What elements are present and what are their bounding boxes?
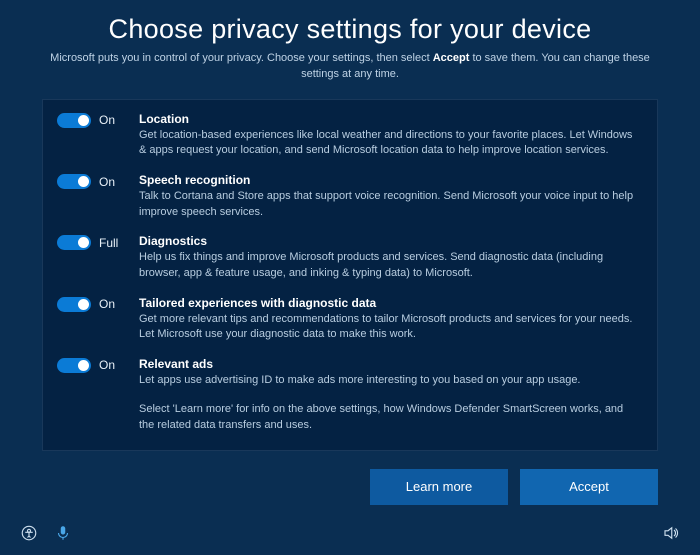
- privacy-settings-screen: Choose privacy settings for your device …: [0, 0, 700, 555]
- setting-desc-tailored: Get more relevant tips and recommendatio…: [139, 312, 639, 343]
- toggle-group-tailored: On: [57, 296, 139, 312]
- page-title: Choose privacy settings for your device: [40, 14, 660, 45]
- toggle-tailored[interactable]: [57, 297, 91, 312]
- microphone-icon[interactable]: [54, 524, 72, 542]
- toggle-group-speech: On: [57, 173, 139, 189]
- toggle-location[interactable]: [57, 113, 91, 128]
- settings-panel: On Location Get location-based experienc…: [42, 99, 658, 451]
- ease-of-access-icon[interactable]: [20, 524, 38, 542]
- toggle-label-tailored: On: [99, 297, 115, 311]
- button-row: Learn more Accept: [0, 469, 658, 505]
- header: Choose privacy settings for your device …: [0, 0, 700, 93]
- volume-icon[interactable]: [662, 524, 680, 542]
- setting-desc-ads: Let apps use advertising ID to make ads …: [139, 373, 639, 389]
- setting-title-tailored: Tailored experiences with diagnostic dat…: [139, 296, 639, 310]
- toggle-diagnostics[interactable]: [57, 235, 91, 250]
- setting-title-diagnostics: Diagnostics: [139, 234, 639, 248]
- toggle-label-diagnostics: Full: [99, 236, 118, 250]
- setting-row-location: On Location Get location-based experienc…: [57, 112, 639, 159]
- setting-desc-location: Get location-based experiences like loca…: [139, 128, 639, 159]
- toggle-label-ads: On: [99, 358, 115, 372]
- footer-bar: [0, 517, 700, 555]
- page-subtitle: Microsoft puts you in control of your pr…: [40, 51, 660, 83]
- setting-text-ads: Relevant ads Let apps use advertising ID…: [139, 357, 639, 389]
- subtitle-before: Microsoft puts you in control of your pr…: [50, 52, 433, 64]
- toggle-group-diagnostics: Full: [57, 234, 139, 250]
- setting-row-diagnostics: Full Diagnostics Help us fix things and …: [57, 234, 639, 281]
- learn-more-button[interactable]: Learn more: [370, 469, 508, 505]
- setting-title-location: Location: [139, 112, 639, 126]
- setting-desc-diagnostics: Help us fix things and improve Microsoft…: [139, 250, 639, 281]
- setting-row-speech: On Speech recognition Talk to Cortana an…: [57, 173, 639, 220]
- setting-row-ads: On Relevant ads Let apps use advertising…: [57, 357, 639, 389]
- setting-row-tailored: On Tailored experiences with diagnostic …: [57, 296, 639, 343]
- setting-title-speech: Speech recognition: [139, 173, 639, 187]
- toggle-label-location: On: [99, 113, 115, 127]
- accept-button[interactable]: Accept: [520, 469, 658, 505]
- setting-title-ads: Relevant ads: [139, 357, 639, 371]
- setting-text-location: Location Get location-based experiences …: [139, 112, 639, 159]
- toggle-speech[interactable]: [57, 174, 91, 189]
- setting-desc-speech: Talk to Cortana and Store apps that supp…: [139, 189, 639, 220]
- toggle-label-speech: On: [99, 175, 115, 189]
- toggle-group-location: On: [57, 112, 139, 128]
- extra-note: Select 'Learn more' for info on the abov…: [57, 402, 639, 433]
- setting-text-diagnostics: Diagnostics Help us fix things and impro…: [139, 234, 639, 281]
- setting-text-tailored: Tailored experiences with diagnostic dat…: [139, 296, 639, 343]
- subtitle-accept-word: Accept: [433, 52, 470, 64]
- setting-text-speech: Speech recognition Talk to Cortana and S…: [139, 173, 639, 220]
- toggle-ads[interactable]: [57, 358, 91, 373]
- toggle-group-ads: On: [57, 357, 139, 373]
